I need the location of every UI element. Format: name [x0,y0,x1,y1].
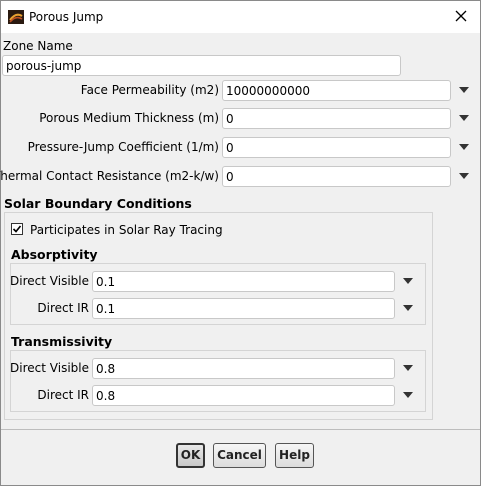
face-permeability-input[interactable]: 10000000000 [222,80,451,101]
transmissivity-direct-ir-input[interactable]: 0.8 [92,385,395,406]
transmissivity-direct-visible-input[interactable]: 0.8 [92,358,395,379]
window-title: Porous Jump [29,10,104,24]
ok-button[interactable]: OK [176,443,205,468]
face-permeability-label: Face Permeability (m2) [80,83,219,97]
app-icon [8,10,24,24]
zone-name-input[interactable]: porous-jump [2,55,401,76]
cancel-button[interactable]: Cancel [213,443,266,468]
thermal-contact-resistance-dropdown-icon[interactable] [459,173,469,179]
solar-boundary-conditions-heading: Solar Boundary Conditions [4,196,192,211]
absorptivity-direct-visible-input[interactable]: 0.1 [92,271,395,292]
absorptivity-direct-ir-dropdown-icon[interactable] [403,305,413,311]
pressure-jump-coefficient-input[interactable]: 0 [222,137,451,158]
absorptivity-direct-visible-dropdown-icon[interactable] [403,278,413,284]
checkmark-icon [12,225,22,233]
absorptivity-direct-ir-label: Direct IR [37,301,89,315]
porous-medium-thickness-dropdown-icon[interactable] [459,115,469,121]
porous-jump-dialog: Porous Jump Zone Name porous-jump Face P… [0,0,481,486]
porous-medium-thickness-label: Porous Medium Thickness (m) [39,111,219,125]
absorptivity-direct-visible-label: Direct Visible [10,274,89,288]
help-button[interactable]: Help [275,443,314,468]
close-icon[interactable] [452,7,470,25]
thermal-contact-resistance-input[interactable]: 0 [222,166,451,187]
title-bar: Porous Jump [1,1,480,33]
thermal-contact-resistance-label: Thermal Contact Resistance (m2-k/w) [0,169,219,183]
pressure-jump-coefficient-dropdown-icon[interactable] [459,144,469,150]
transmissivity-direct-visible-dropdown-icon[interactable] [403,365,413,371]
participates-solar-label: Participates in Solar Ray Tracing [30,223,223,237]
participates-solar-checkbox[interactable] [11,223,23,235]
face-permeability-dropdown-icon[interactable] [459,87,469,93]
footer-separator [1,429,480,430]
porous-medium-thickness-input[interactable]: 0 [222,108,451,129]
transmissivity-direct-ir-label: Direct IR [37,388,89,402]
transmissivity-heading: Transmissivity [11,334,113,349]
zone-name-label: Zone Name [3,39,73,53]
absorptivity-direct-ir-input[interactable]: 0.1 [92,298,395,319]
transmissivity-direct-ir-dropdown-icon[interactable] [403,392,413,398]
absorptivity-heading: Absorptivity [11,247,98,262]
transmissivity-direct-visible-label: Direct Visible [10,361,89,375]
pressure-jump-coefficient-label: Pressure-Jump Coefficient (1/m) [27,140,219,154]
